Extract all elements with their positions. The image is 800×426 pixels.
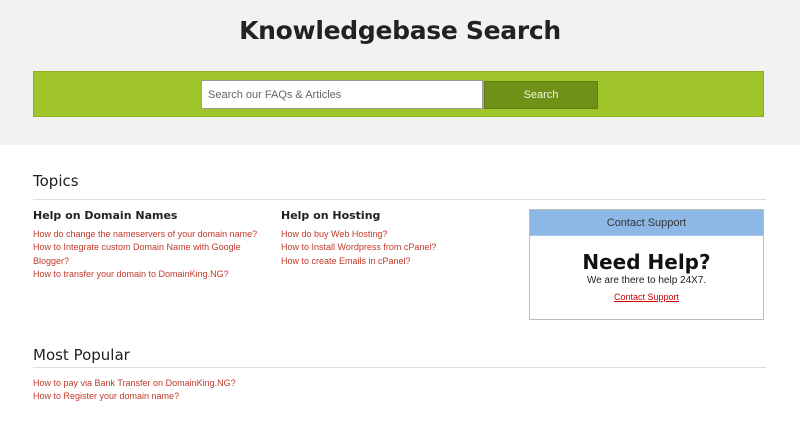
- contact-support-link[interactable]: Contact Support: [530, 292, 763, 302]
- page-title: Knowledgebase Search: [239, 16, 561, 45]
- search-input[interactable]: [201, 80, 483, 109]
- topics-divider: [33, 199, 766, 200]
- most-popular-divider: [33, 367, 766, 368]
- most-popular-heading: Most Popular: [33, 346, 130, 364]
- article-link-google-blogger[interactable]: How to Integrate custom Domain Name with…: [33, 241, 273, 268]
- hosting-help-column: Help on Hosting How do buy Web Hosting? …: [281, 209, 521, 268]
- article-link-register-domain[interactable]: How to Register your domain name?: [33, 390, 433, 403]
- domain-help-title: Help on Domain Names: [33, 209, 178, 222]
- article-link-text: How to Integrate custom Domain Name with…: [33, 242, 241, 253]
- article-link-create-emails[interactable]: How to create Emails in cPanel?: [281, 255, 521, 268]
- hosting-help-title: Help on Hosting: [281, 209, 381, 222]
- article-link-bank-transfer[interactable]: How to pay via Bank Transfer on DomainKi…: [33, 377, 433, 390]
- article-link-install-wordpress[interactable]: How to Install Wordpress from cPanel?: [281, 241, 521, 254]
- article-link-buy-hosting[interactable]: How do buy Web Hosting?: [281, 228, 521, 241]
- article-link-transfer-domain[interactable]: How to transfer your domain to DomainKin…: [33, 268, 273, 281]
- article-link-text: Blogger?: [33, 255, 70, 266]
- search-bar: Search: [33, 71, 764, 117]
- search-hero: Knowledgebase Search Search: [0, 0, 800, 145]
- most-popular-list: How to pay via Bank Transfer on DomainKi…: [33, 377, 433, 404]
- article-link-change-nameservers[interactable]: How do change the nameservers of your do…: [33, 228, 273, 241]
- search-button[interactable]: Search: [484, 81, 598, 109]
- support-availability-text: We are there to help 24X7.: [586, 275, 707, 286]
- contact-support-box: Contact Support Need Help? We are there …: [529, 209, 764, 320]
- topics-heading: Topics: [33, 172, 79, 190]
- contact-support-header: Contact Support: [530, 210, 763, 236]
- domain-help-column: Help on Domain Names How do change the n…: [33, 209, 273, 281]
- need-help-heading: Need Help?: [582, 250, 711, 274]
